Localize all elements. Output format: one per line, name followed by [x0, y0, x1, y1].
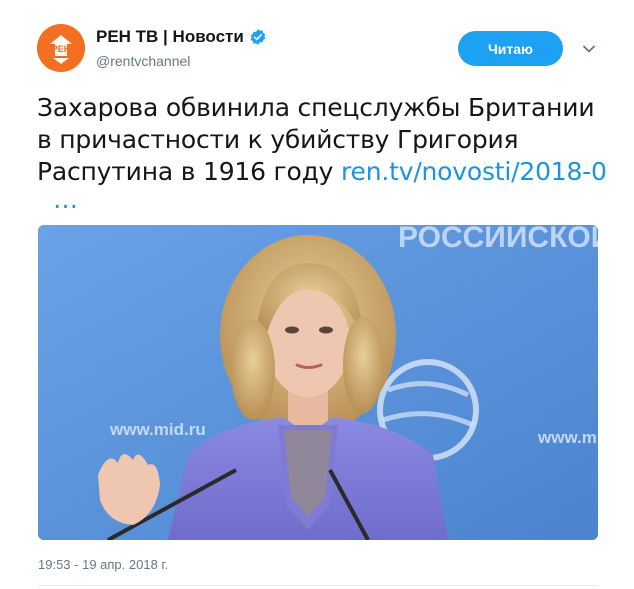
link-ellipsis[interactable]: … — [53, 187, 78, 212]
tweet-photo[interactable]: РОССИЙСКОЙ www.mid.ru www.mid.ru — [38, 225, 598, 540]
rentv-logo-text: РЕН — [52, 44, 71, 54]
chevron-down-icon[interactable] — [580, 40, 598, 58]
photo-image: РОССИЙСКОЙ www.mid.ru www.mid.ru — [38, 225, 598, 540]
verified-badge-icon — [250, 29, 266, 45]
tweet-divider — [38, 585, 598, 586]
photo-watermark-left: www.mid.ru — [109, 420, 206, 439]
rentv-logo-icon: РЕН — [37, 24, 85, 72]
tweet-card: РЕН РЕН ТВ | Новости @rentvchannel Читаю… — [0, 0, 634, 589]
photo-background-text: РОССИЙСКОЙ — [398, 225, 598, 254]
account-handle[interactable]: @rentvchannel — [96, 53, 190, 69]
account-name[interactable]: РЕН ТВ | Новости — [96, 27, 244, 47]
tweet-text: Захарова обвинила спецслужбы Британии в … — [37, 92, 607, 188]
account-avatar[interactable]: РЕН — [37, 24, 85, 72]
tweet-timestamp[interactable]: 19:53 - 19 апр. 2018 г. — [38, 557, 168, 572]
photo-watermark-right: www.mid.ru — [537, 428, 598, 447]
follow-button[interactable]: Читаю — [458, 31, 563, 66]
tweet-link[interactable]: ren.tv/novosti/2018-0 — [341, 157, 607, 186]
account-name-row[interactable]: РЕН ТВ | Новости — [96, 27, 267, 47]
